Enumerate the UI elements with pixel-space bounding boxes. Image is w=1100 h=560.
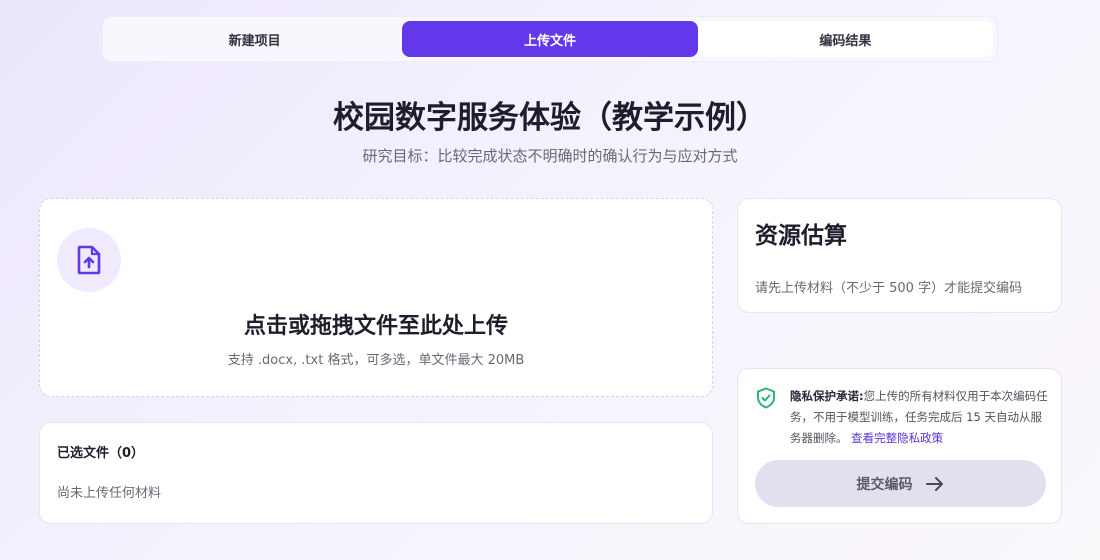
upload-title: 点击或拖拽文件至此处上传: [243, 314, 508, 339]
privacy-label: 隐私保护承诺:: [790, 389, 864, 403]
upload-hint: 支持 .docx, .txt 格式，可多选，单文件最大 20MB: [227, 353, 525, 368]
page-title: 校园数字服务体验（教学示例）: [333, 100, 767, 136]
selected-files-title: 已选文件（0）: [57, 446, 145, 461]
arrow-right-icon: [925, 476, 943, 491]
tab-upload-files[interactable]: 上传文件: [402, 21, 698, 57]
estimate-desc: 请先上传材料（不少于 500 字）才能提交编码: [755, 281, 1023, 296]
privacy-panel: 隐私保护承诺:您上传的所有材料仅用于本次编码任务，不用于模型训练，任务完成后 1…: [737, 368, 1062, 524]
tab-coding-results[interactable]: 编码结果: [697, 21, 993, 57]
estimate-title: 资源估算: [755, 223, 847, 249]
upload-dropzone[interactable]: 点击或拖拽文件至此处上传 支持 .docx, .txt 格式，可多选，单文件最大…: [39, 198, 713, 397]
file-upload-icon: [77, 245, 101, 275]
page-subtitle: 研究目标：比较完成状态不明确时的确认行为与应对方式: [362, 147, 738, 165]
upload-icon-badge: [57, 228, 121, 292]
submit-label: 提交编码: [856, 476, 913, 493]
privacy-policy-link[interactable]: 查看完整隐私政策: [851, 431, 943, 445]
selected-files-empty: 尚未上传任何材料: [57, 486, 162, 501]
tab-new-project[interactable]: 新建项目: [107, 21, 402, 57]
resource-estimate-panel: 资源估算 请先上传材料（不少于 500 字）才能提交编码: [737, 198, 1062, 313]
selected-files-panel: 已选文件（0） 尚未上传任何材料: [39, 422, 713, 524]
shield-check-icon: [757, 387, 775, 409]
step-tabs: 新建项目 上传文件 编码结果: [102, 16, 998, 62]
privacy-statement: 隐私保护承诺:您上传的所有材料仅用于本次编码任务，不用于模型训练，任务完成后 1…: [790, 386, 1048, 449]
submit-coding-button[interactable]: 提交编码: [755, 460, 1046, 507]
